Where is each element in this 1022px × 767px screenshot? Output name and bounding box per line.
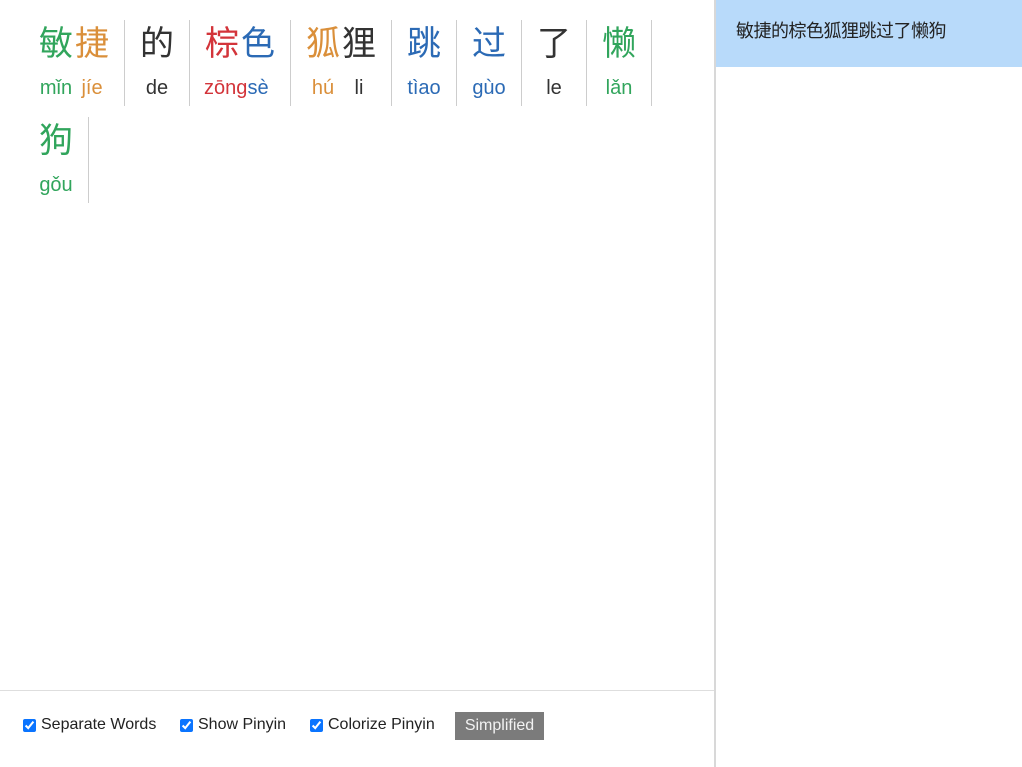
hanzi-character: 敏 <box>39 24 73 64</box>
pinyin-syllable: li <box>354 77 364 99</box>
hanzi-character: 色 <box>241 24 275 64</box>
word-block[interactable]: 了 le <box>522 20 587 106</box>
pinyin-syllable: de <box>145 77 169 99</box>
hanzi-character: 棕 <box>205 24 239 64</box>
word-block[interactable]: 狗 gǒu <box>24 117 89 203</box>
pinyin-syllable: zōng <box>204 77 248 99</box>
word-block[interactable]: 的 de <box>125 20 190 106</box>
hanzi-character: 懒 <box>602 24 636 64</box>
hanzi-character: 的 <box>140 24 174 64</box>
colorize-pinyin-option[interactable]: Colorize Pinyin <box>310 716 435 734</box>
show-pinyin-checkbox[interactable] <box>180 718 193 732</box>
word-block[interactable]: 跳 tìao <box>392 20 457 106</box>
word-characters: 跳 <box>406 20 442 68</box>
show-pinyin-option[interactable]: Show Pinyin <box>180 716 286 734</box>
pinyin-syllable: gùo <box>472 77 506 99</box>
hanzi-character: 狸 <box>342 24 376 64</box>
word-characters: 的 <box>139 20 175 68</box>
word-characters: 棕色 <box>204 20 276 68</box>
word-characters: 狗 <box>38 117 74 165</box>
sentence-sidebar: 敏捷的棕色狐狸跳过了懒狗 <box>716 0 1022 767</box>
separate-words-label: Separate Words <box>41 716 157 733</box>
word-characters: 了 <box>536 20 572 68</box>
word-pinyin: le <box>536 68 572 100</box>
hanzi-character: 捷 <box>75 24 109 64</box>
word-pinyin: tìao <box>406 68 442 100</box>
separate-words-option[interactable]: Separate Words <box>23 716 156 734</box>
pinyin-syllable: gǒu <box>39 174 73 196</box>
show-pinyin-label: Show Pinyin <box>198 716 287 733</box>
word-characters: 狐狸 <box>305 20 377 68</box>
colorize-pinyin-checkbox[interactable] <box>310 718 323 732</box>
word-block[interactable]: 棕色 zōng sè <box>190 20 291 106</box>
pinyin-syllable: mǐn <box>39 77 73 99</box>
word-characters: 敏捷 <box>38 20 110 68</box>
pinyin-syllable: le <box>546 77 562 99</box>
word-pinyin: gǒu <box>38 165 74 197</box>
main-panel: 敏捷 mǐn jíe 的 de 棕色 zōng sè 狐狸 hú li 跳 tìao 过 gùo 了 le 懒 lǎ… <box>0 0 714 767</box>
pinyin-syllable: tìao <box>407 77 441 99</box>
hanzi-character: 狐 <box>306 24 340 64</box>
word-pinyin: lǎn <box>601 68 637 100</box>
options-bar: Separate Words Show Pinyin Colorize Piny… <box>0 690 714 767</box>
word-pinyin: hú li <box>305 68 377 100</box>
separate-words-checkbox[interactable] <box>23 718 36 732</box>
word-block[interactable]: 敏捷 mǐn jíe <box>24 20 125 106</box>
word-block[interactable]: 懒 lǎn <box>587 20 652 106</box>
hanzi-character: 过 <box>472 24 506 64</box>
word-pinyin: gùo <box>471 68 507 100</box>
sidebar-sentence-item[interactable]: 敏捷的棕色狐狸跳过了懒狗 <box>716 0 1022 67</box>
pinyin-syllable: jíe <box>81 77 103 99</box>
simplified-toggle-button[interactable]: Simplified <box>455 712 544 740</box>
hanzi-character: 跳 <box>407 24 441 64</box>
pinyin-syllable: hú <box>311 77 335 99</box>
pinyin-syllable: sè <box>247 77 269 99</box>
hanzi-character: 了 <box>537 24 571 64</box>
word-characters: 懒 <box>601 20 637 68</box>
hanzi-character: 狗 <box>39 121 73 161</box>
annotated-sentence: 敏捷 mǐn jíe 的 de 棕色 zōng sè 狐狸 hú li 跳 tìao 过 gùo 了 le 懒 lǎ… <box>24 20 704 203</box>
pinyin-syllable: lǎn <box>605 77 633 99</box>
word-pinyin: zōng sè <box>204 68 276 100</box>
word-characters: 过 <box>471 20 507 68</box>
word-pinyin: de <box>139 68 175 100</box>
word-block[interactable]: 过 gùo <box>457 20 522 106</box>
colorize-pinyin-label: Colorize Pinyin <box>328 716 435 733</box>
word-block[interactable]: 狐狸 hú li <box>291 20 392 106</box>
word-pinyin: mǐn jíe <box>38 68 110 100</box>
